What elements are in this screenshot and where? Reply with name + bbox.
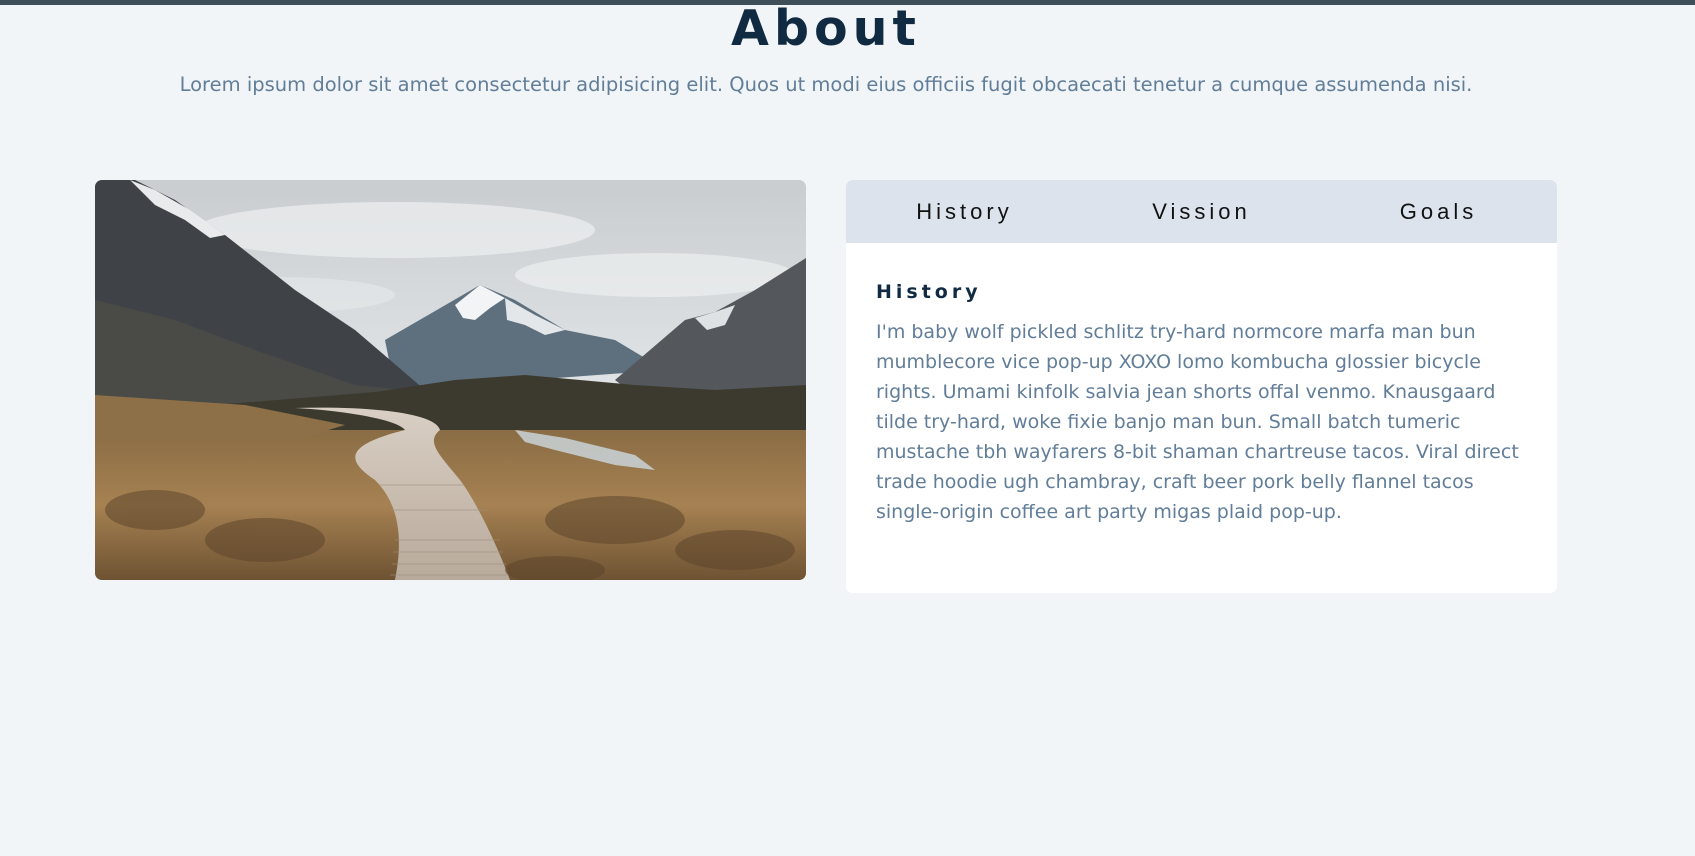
tab-vission[interactable]: Vission [1083,180,1320,243]
about-tabs-card: History Vission Goals History I'm baby w… [846,180,1557,593]
page-title: About [731,0,921,57]
page-subtitle: Lorem ipsum dolor sit amet consectetur a… [179,73,1473,96]
tab-goals[interactable]: Goals [1320,180,1557,243]
tab-bar: History Vission Goals [846,180,1557,243]
mountain-landscape-image [95,180,806,580]
tab-history[interactable]: History [846,180,1083,243]
content-heading: History [876,281,982,303]
content-paragraph: I'm baby wolf pickled schlitz try-hard n… [876,321,1519,523]
